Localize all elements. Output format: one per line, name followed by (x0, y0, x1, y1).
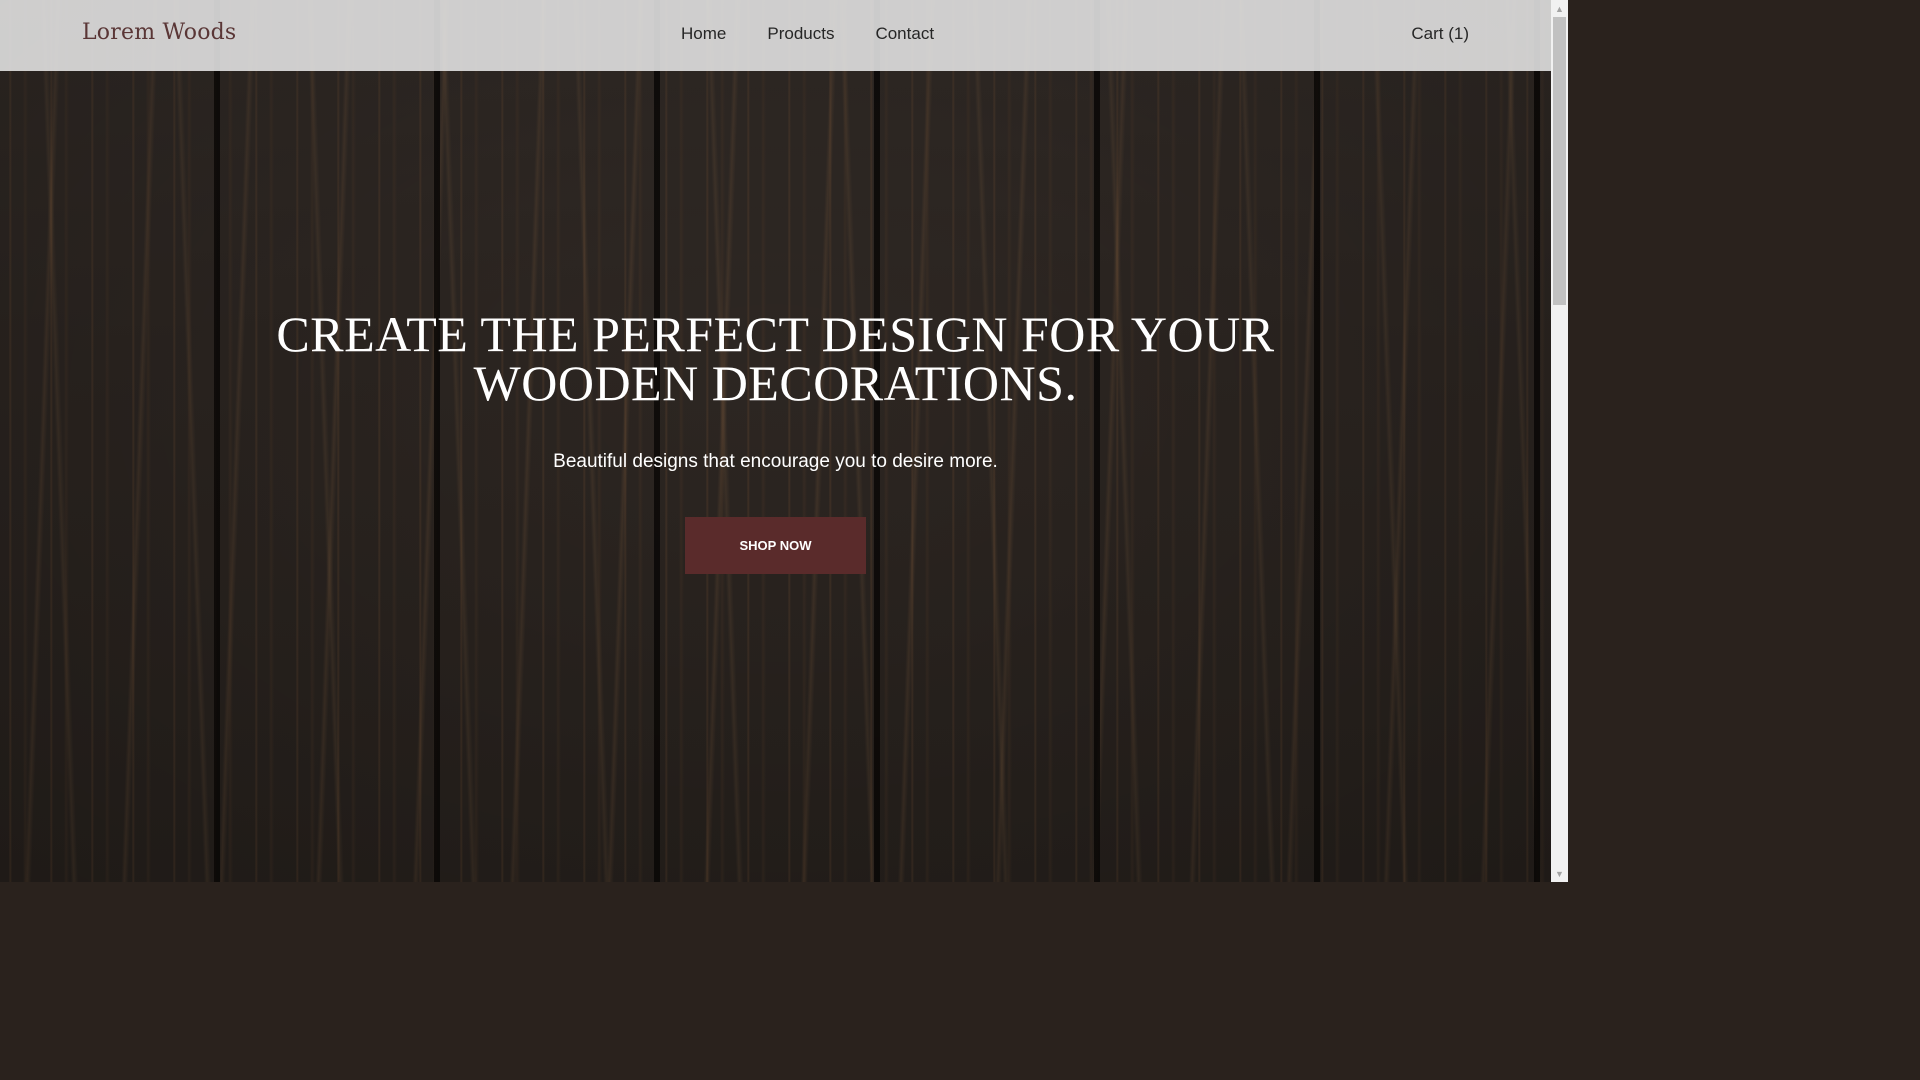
vertical-scrollbar[interactable]: ▲ ▼ (1551, 0, 1568, 882)
scrollbar-thumb[interactable] (1553, 17, 1566, 305)
brand-logo[interactable]: Lorem Woods (82, 20, 236, 45)
hero-title-line-2: WOODEN DECORATIONS. (473, 355, 1078, 411)
nav-contact-link[interactable]: Contact (875, 24, 934, 44)
nav-products-link[interactable]: Products (767, 24, 834, 44)
hero-overlay (0, 0, 1551, 882)
hero-title-line-1: CREATE THE PERFECT DESIGN FOR YOUR (276, 306, 1275, 362)
nav-links: Home Products Contact (681, 24, 934, 44)
hero-title: CREATE THE PERFECT DESIGN FOR YOUR WOODE… (0, 309, 1551, 411)
shop-now-button[interactable]: SHOP NOW (685, 517, 866, 574)
navbar: Lorem Woods Home Products Contact Cart (… (0, 0, 1551, 71)
scroll-down-arrow-icon[interactable]: ▼ (1551, 865, 1568, 882)
page: Lorem Woods Home Products Contact Cart (… (0, 0, 1551, 882)
nav-home-link[interactable]: Home (681, 24, 726, 44)
scroll-up-arrow-icon[interactable]: ▲ (1551, 0, 1568, 17)
cart-link[interactable]: Cart (1) (1411, 24, 1469, 44)
hero-subtitle: Beautiful designs that encourage you to … (553, 451, 998, 472)
